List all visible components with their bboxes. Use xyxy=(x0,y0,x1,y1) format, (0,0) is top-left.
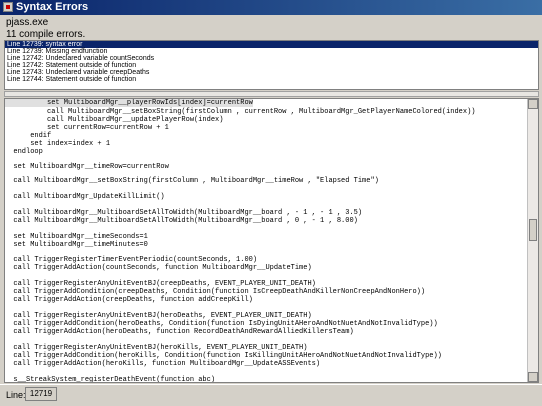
error-item[interactable]: Line 12743: Undeclared variable creepDea… xyxy=(5,69,538,76)
code-line: call TriggerRegisterTimerEventPeriodic(c… xyxy=(5,256,258,264)
error-item[interactable]: Line 12742: Statement outside of functio… xyxy=(5,62,538,69)
horizontal-scrollbar[interactable] xyxy=(4,91,539,97)
scroll-thumb[interactable] xyxy=(529,219,537,241)
code-line: call MultiboardMgr__MultiboardSetAllToWi… xyxy=(5,209,363,217)
code-line: call MultiboardMgr__setBoxString(firstCo… xyxy=(5,108,476,116)
code-line: call TriggerAddAction(countSeconds, func… xyxy=(5,264,312,272)
error-item[interactable]: Line 12739: Missing endfunction xyxy=(5,48,538,55)
line-label: Line: xyxy=(6,390,26,400)
line-number-field: 12719 xyxy=(25,387,57,401)
error-list[interactable]: Line 12739: syntax error Line 12739: Mis… xyxy=(4,40,539,90)
error-item[interactable]: Line 12739: syntax error xyxy=(5,41,538,48)
error-item[interactable]: Line 12744: Statement outside of functio… xyxy=(5,76,538,83)
scroll-up-button[interactable] xyxy=(528,99,538,109)
window-title: Syntax Errors xyxy=(16,1,89,13)
code-line: set currentRow=currentRow + 1 xyxy=(5,124,169,132)
code-line: call TriggerAddAction(heroDeaths, functi… xyxy=(5,328,354,336)
code-line: call MultiboardMgr__setBoxString(firstCo… xyxy=(5,177,379,185)
file-name: pjass.exe xyxy=(6,17,49,28)
scroll-down-button[interactable] xyxy=(528,372,538,382)
code-line: call TriggerAddCondition(heroKills, Cond… xyxy=(5,352,442,360)
app-icon xyxy=(3,2,13,12)
code-line: call TriggerAddAction(creepDeaths, funct… xyxy=(5,296,253,304)
code-line: set MultiboardMgr__timeRow=currentRow xyxy=(5,163,169,171)
code-line: set MultiboardMgr__timeSeconds=1 xyxy=(5,233,148,241)
code-line: call TriggerAddCondition(heroDeaths, Con… xyxy=(5,320,438,328)
code-line: call MultiboardMgr_UpdateKillLimit() xyxy=(5,193,165,201)
code-line: set MultiboardMgr__timeMinutes=0 xyxy=(5,241,148,249)
code-line: set index=index + 1 xyxy=(5,140,111,148)
code-line: call TriggerRegisterAnyUnitEventBJ(heroD… xyxy=(5,312,312,320)
status-bar: Line: 12719 xyxy=(0,384,542,406)
vertical-scrollbar[interactable] xyxy=(527,99,538,382)
code-line: call MultiboardMgr__MultiboardSetAllToWi… xyxy=(5,217,358,225)
code-line: call TriggerAddCondition(creepDeaths, Co… xyxy=(5,288,426,296)
code-line: s__StreakSystem_registerDeathEvent(funct… xyxy=(5,376,216,383)
code-line: call TriggerRegisterAnyUnitEventBJ(heroK… xyxy=(5,344,308,352)
code-view[interactable]: set MultiboardMgr__playerRowIds[index]=c… xyxy=(4,98,539,383)
error-item[interactable]: Line 12742: Undeclared variable countSec… xyxy=(5,55,538,62)
code-line: call TriggerAddAction(heroKills, functio… xyxy=(5,360,321,368)
error-count: 11 compile errors. xyxy=(6,29,86,40)
code-line: endif xyxy=(5,132,52,140)
title-bar[interactable]: Syntax Errors xyxy=(0,0,542,15)
code-line: set MultiboardMgr__playerRowIds[index]=c… xyxy=(5,99,253,107)
code-line: call MultiboardMgr__updatePlayerRow(inde… xyxy=(5,116,224,124)
code-line: endloop xyxy=(5,148,43,156)
code-line: call TriggerRegisterAnyUnitEventBJ(creep… xyxy=(5,280,316,288)
